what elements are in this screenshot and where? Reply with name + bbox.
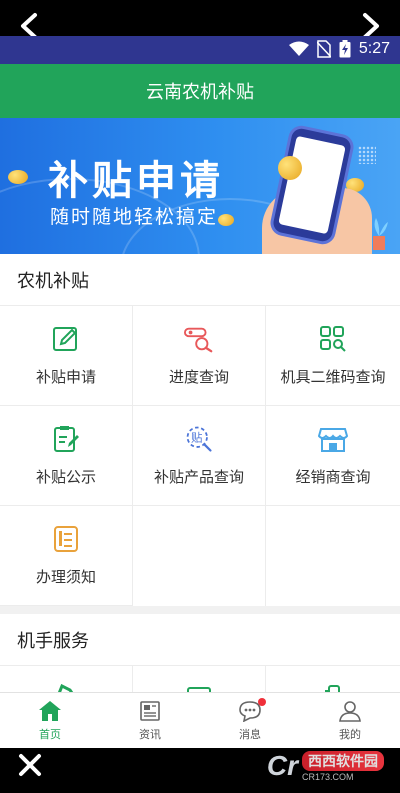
tab-profile[interactable]: 我的 xyxy=(300,693,400,748)
status-bar: 5:27 xyxy=(0,36,400,64)
edit-icon xyxy=(51,324,81,354)
section-farm-subsidy: 农机补贴 补贴申请 进度查询 机具二维码查询 补贴公示 贴 补贴产品查询 经销商… xyxy=(0,254,400,606)
store-icon xyxy=(318,424,348,454)
watermark: Cr 西西软件园 CR173.COM xyxy=(267,750,384,782)
bottom-nav: 首页 资讯 消息 我的 xyxy=(0,692,400,748)
grid-item-label: 补贴申请 xyxy=(35,368,96,386)
overlay-bottom-bar: Cr 西西软件园 CR173.COM xyxy=(0,748,400,793)
grid-item-subsidy-notice[interactable]: 补贴公示 xyxy=(0,406,133,506)
main-content: 农机补贴 补贴申请 进度查询 机具二维码查询 补贴公示 贴 补贴产品查询 经销商… xyxy=(0,254,400,692)
grid-item-empty xyxy=(266,506,400,606)
watermark-brand: 西西软件园 xyxy=(302,750,384,771)
promo-banner[interactable]: 补贴申请 随时随地轻松搞定 xyxy=(0,118,400,254)
section-title: 农机补贴 xyxy=(0,254,400,306)
tab-label: 我的 xyxy=(339,727,361,741)
wifi-icon xyxy=(288,41,309,56)
tab-messages[interactable]: 消息 xyxy=(200,693,300,748)
grid-item-subsidy-apply[interactable]: 补贴申请 xyxy=(0,306,133,406)
function-grid xyxy=(0,666,400,692)
banner-title: 补贴申请 xyxy=(48,158,224,204)
overlay-top-bar xyxy=(0,0,400,39)
app-title: 云南农机补贴 xyxy=(146,82,254,103)
grid-item-guide[interactable]: 办理须知 xyxy=(0,506,133,606)
service-icon xyxy=(325,685,340,692)
tab-home[interactable]: 首页 xyxy=(0,693,100,748)
qrcode-search-icon xyxy=(318,324,348,354)
grid-item-empty xyxy=(133,506,266,606)
close-icon[interactable] xyxy=(18,753,42,777)
service-icon xyxy=(57,684,74,692)
battery-charging-icon xyxy=(339,40,351,58)
dots-decoration xyxy=(358,146,376,164)
section-title: 机手服务 xyxy=(0,614,400,666)
no-sim-icon xyxy=(316,40,331,58)
watermark-url: CR173.COM xyxy=(302,771,354,782)
grid-item-label: 经销商查询 xyxy=(295,468,371,486)
watermark-logo: Cr xyxy=(266,750,298,781)
tab-label: 首页 xyxy=(39,727,61,741)
banner-subtitle: 随时随地轻松搞定 xyxy=(50,206,219,228)
grid-item-qrcode-query[interactable]: 机具二维码查询 xyxy=(266,306,400,406)
grid-item-product-query[interactable]: 贴 补贴产品查询 xyxy=(133,406,266,506)
news-icon xyxy=(140,700,160,721)
grid-item-label: 机具二维码查询 xyxy=(280,368,386,386)
section-operator-service: 机手服务 xyxy=(0,614,400,692)
function-grid: 补贴申请 进度查询 机具二维码查询 补贴公示 贴 补贴产品查询 经销商查询 办理… xyxy=(0,306,400,606)
coin-icon xyxy=(278,156,302,180)
grid-item-label: 补贴产品查询 xyxy=(153,468,244,486)
grid-item-partial[interactable] xyxy=(266,666,400,692)
coin-icon xyxy=(218,214,234,226)
subsidy-search-icon: 贴 xyxy=(184,424,214,454)
grid-item-label: 补贴公示 xyxy=(35,468,96,486)
notice-edit-icon xyxy=(51,424,81,454)
tab-label: 消息 xyxy=(239,727,261,741)
svg-text:贴: 贴 xyxy=(191,431,203,445)
tab-label: 资讯 xyxy=(139,727,161,741)
plant-icon xyxy=(373,218,388,250)
tab-news[interactable]: 资讯 xyxy=(100,693,200,748)
grid-item-label: 进度查询 xyxy=(168,368,229,386)
service-icon xyxy=(187,687,211,692)
status-time: 5:27 xyxy=(358,40,390,57)
grid-item-label: 办理须知 xyxy=(35,568,96,586)
grid-item-dealer-query[interactable]: 经销商查询 xyxy=(266,406,400,506)
coin-icon xyxy=(8,170,28,184)
section-gap xyxy=(0,606,400,614)
app-header: 云南农机补贴 xyxy=(0,64,400,118)
guide-icon xyxy=(51,524,81,554)
progress-search-icon xyxy=(184,324,214,354)
user-icon xyxy=(339,700,361,722)
unread-badge xyxy=(258,698,266,706)
screen-frame: 5:27 云南农机补贴 补贴申请 随时随地轻松搞定 农机补贴 补贴申请 进度查询… xyxy=(0,0,400,793)
grid-item-partial[interactable] xyxy=(0,666,133,692)
home-icon xyxy=(39,700,61,721)
grid-item-progress-query[interactable]: 进度查询 xyxy=(133,306,266,406)
grid-item-partial[interactable] xyxy=(133,666,266,692)
